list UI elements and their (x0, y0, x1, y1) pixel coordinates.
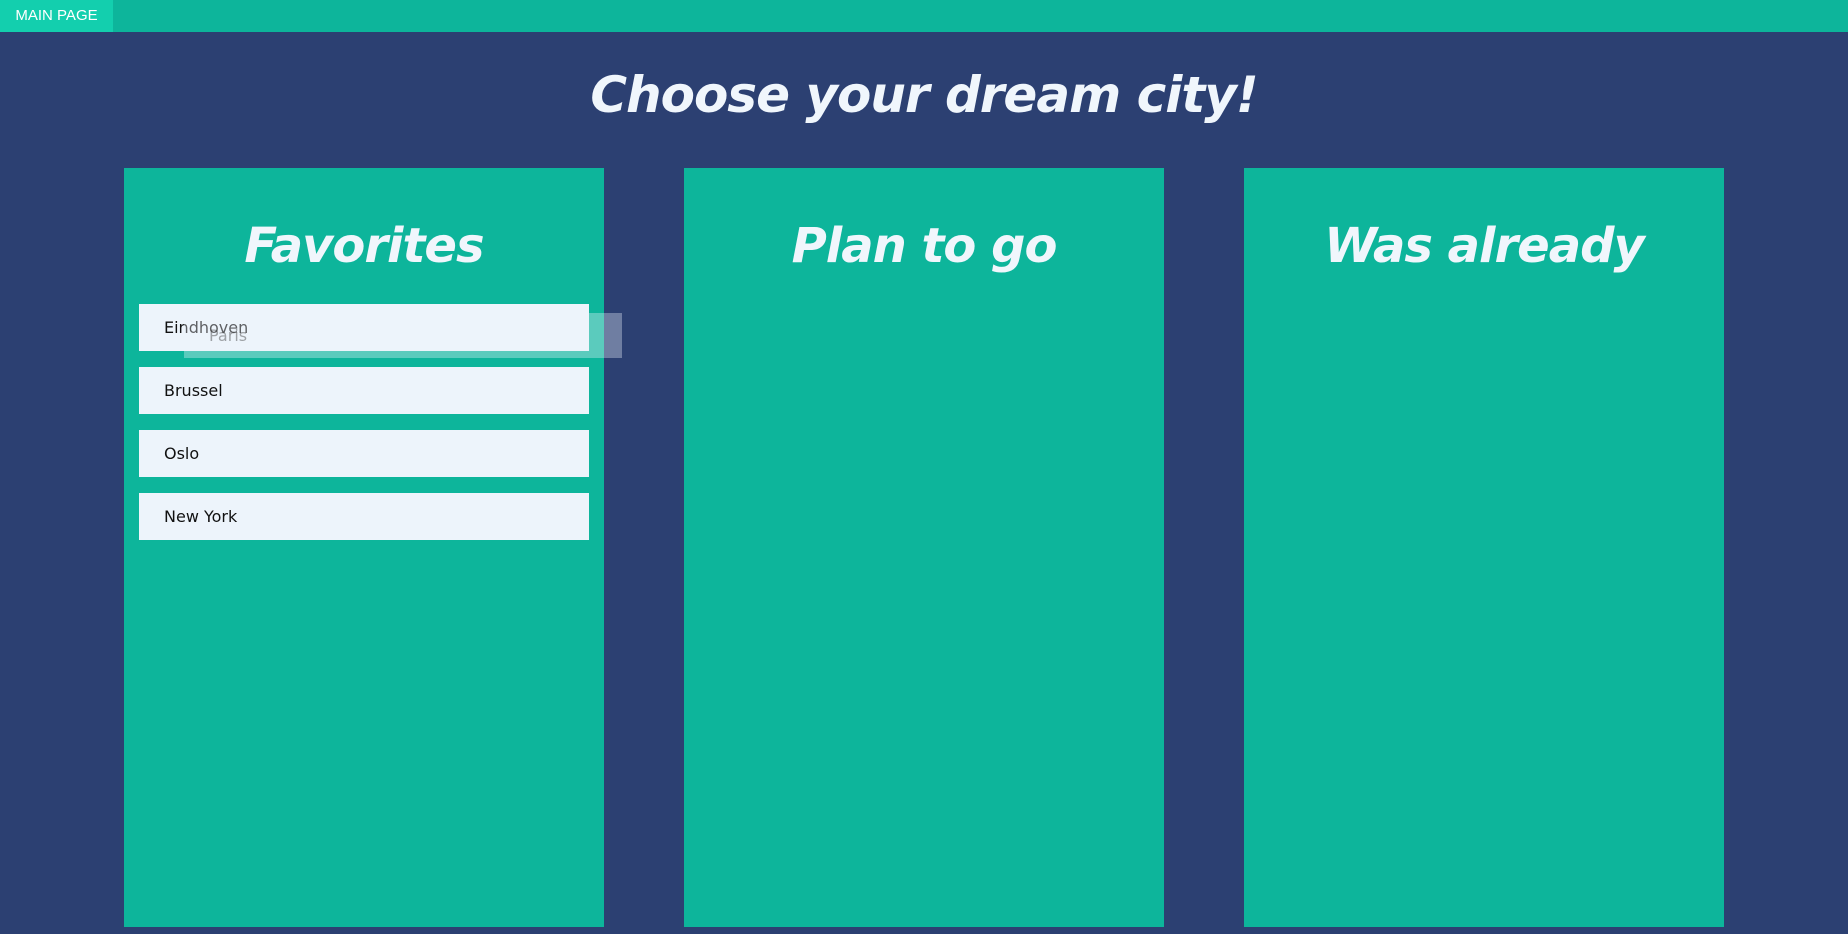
city-card-new-york[interactable]: New York (139, 493, 589, 540)
column-title-plan-to-go: Plan to go (791, 218, 1058, 274)
column-favorites[interactable]: Favorites Eindhoven Brussel Oslo New Yor… (124, 168, 604, 927)
top-nav-bar: MAIN PAGE (0, 0, 1848, 32)
column-title-favorites: Favorites (244, 218, 484, 274)
column-was-already[interactable]: Was already (1244, 168, 1724, 927)
city-card-eindhoven[interactable]: Eindhoven (139, 304, 589, 351)
page-title: Choose your dream city! (590, 66, 1258, 124)
column-plan-to-go[interactable]: Plan to go (684, 168, 1164, 927)
column-title-was-already: Was already (1324, 218, 1644, 274)
city-card-brussel[interactable]: Brussel (139, 367, 589, 414)
city-card-oslo[interactable]: Oslo (139, 430, 589, 477)
main-page-button[interactable]: MAIN PAGE (0, 0, 113, 32)
